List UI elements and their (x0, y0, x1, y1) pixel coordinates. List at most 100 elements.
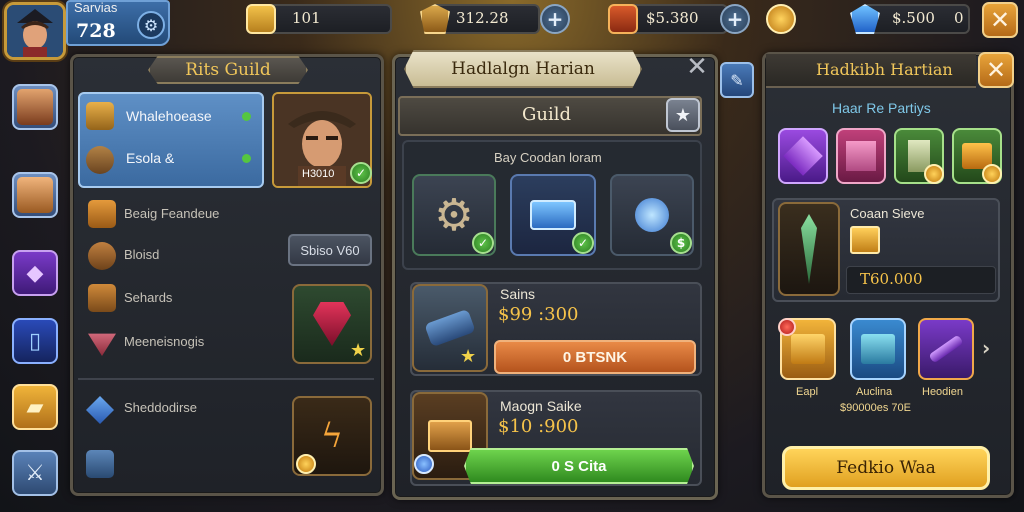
crate-icon (783, 136, 823, 176)
reward-slot-pink[interactable] (836, 128, 886, 184)
resource-value: $.500 (892, 9, 935, 27)
close-icon: ✕ (985, 56, 1007, 84)
chest-icon (530, 200, 576, 230)
close-panel-button[interactable]: ✕ (682, 52, 712, 82)
player-avatar[interactable] (4, 2, 66, 60)
guild-tag-label: Sbiso V60 (300, 242, 360, 258)
claim-button-label: Fedkio Waa (836, 458, 936, 478)
rail-battle[interactable]: ⚔ (12, 450, 58, 496)
resource-value: 101 (292, 9, 321, 27)
gold-crate-icon (850, 226, 880, 254)
close-window-button[interactable]: ✕ (982, 2, 1018, 38)
potion-icon (635, 198, 669, 232)
coin-icon (924, 164, 944, 184)
divider (78, 378, 374, 380)
shop-item-price: $10 :900 (498, 416, 579, 437)
selected-item-label[interactable]: Whalehoease (126, 108, 212, 124)
buy-button-label: 0 BTSNK (562, 348, 628, 366)
guild-list-item[interactable]: Bloisd (124, 247, 159, 262)
scroll-icon: ▰ (26, 394, 44, 420)
gear-icon: ⚙ (143, 15, 159, 35)
check-badge-icon: ✓ (572, 232, 594, 254)
add-chest-button[interactable]: + (720, 4, 750, 34)
reward-price: $90000es 70E (840, 402, 911, 414)
star-icon: ★ (350, 340, 367, 361)
featured-item-price: T60.000 (860, 270, 923, 288)
gold-chest-icon (791, 334, 825, 364)
alert-badge-icon (778, 318, 796, 336)
selected-item-label[interactable]: Esola & (126, 150, 174, 166)
rail-crystal[interactable]: ◆ (12, 250, 58, 296)
reward-slot-purple[interactable] (778, 128, 828, 184)
gear-icon: ⚙ (434, 189, 474, 241)
rail-hero-1[interactable] (12, 84, 58, 130)
check-badge-icon: ✓ (350, 162, 372, 184)
profile-settings-button[interactable]: ⚙ (137, 11, 165, 39)
coin-icon (766, 4, 796, 34)
reward-item[interactable] (850, 318, 906, 380)
guild-list-item[interactable]: Sehards (124, 290, 172, 305)
guild-list-item[interactable]: Sheddodirse (124, 400, 197, 415)
chevron-right-icon: › (982, 336, 991, 360)
featured-item-image[interactable] (778, 202, 840, 296)
buy-button[interactable]: 0 BTSNK (494, 340, 696, 374)
helmet-icon (88, 200, 116, 228)
close-icon: ✕ (989, 6, 1011, 34)
coin-badge-icon: $ (670, 232, 692, 254)
plus-icon: + (726, 7, 744, 31)
player-name: Sarvias (74, 0, 118, 15)
right-panel-subtitle: Haar Re Partiys (832, 100, 931, 116)
reward-label: Eapl (796, 386, 819, 398)
guild-panel-title: Rits Guild (148, 56, 308, 84)
wand-icon (928, 334, 964, 364)
dagger-icon (801, 214, 817, 284)
resource-gold-bar (262, 4, 392, 34)
coin-icon (982, 164, 1002, 184)
paw-icon (88, 284, 116, 312)
shop-item-image[interactable] (412, 284, 488, 372)
add-crest-button[interactable]: + (540, 4, 570, 34)
rune-icon: ϟ (320, 416, 344, 456)
shop-item-price: $99 :300 (498, 304, 579, 325)
resource-value: 312.28 (456, 9, 509, 27)
reward-item[interactable] (918, 318, 974, 380)
hero-portrait-icon (17, 177, 53, 213)
shield-icon (86, 146, 114, 174)
swords-icon: ⚔ (25, 460, 45, 486)
section-label: Bay Coodan loram (494, 150, 602, 165)
shop-item-name: Maogn Saike (500, 398, 582, 414)
resource-value: $5.380 (646, 9, 699, 27)
rail-hero-2[interactable] (12, 172, 58, 218)
guild-panel-title-text: Rits Guild (185, 60, 271, 80)
buy-button[interactable]: 0 S Cita (464, 448, 694, 484)
cannon-icon (424, 308, 476, 348)
player-level: 728 (76, 20, 116, 42)
guild-list-item[interactable]: Meeneisnogis (124, 334, 204, 349)
favorite-button[interactable]: ★ (666, 98, 700, 132)
guild-list-item[interactable]: Beaig Feandeue (124, 206, 219, 221)
online-indicator (242, 154, 251, 163)
buy-button-label: 0 S Cita (551, 457, 607, 475)
reward-label: Heodien (922, 386, 963, 398)
claim-button[interactable]: Fedkio Waa (782, 446, 990, 490)
scroll-icon: ✎ (730, 70, 744, 90)
chest-icon (861, 334, 895, 364)
portrait-badge-text: H3010 (302, 168, 335, 180)
check-badge-icon: ✓ (472, 232, 494, 254)
gold-bar-icon (246, 4, 276, 34)
reward-label: Auclina (856, 386, 893, 398)
shop-item-name: Sains (500, 286, 536, 302)
portal-icon: ▯ (28, 328, 42, 354)
shield-icon (88, 242, 116, 270)
close-right-panel-button[interactable]: ✕ (978, 52, 1014, 88)
coin-icon (296, 454, 316, 474)
chest-icon (608, 4, 638, 34)
hero-portrait-icon (17, 89, 53, 125)
star-icon: ★ (460, 346, 477, 367)
next-arrow-button[interactable]: › (982, 336, 990, 360)
side-tab-button[interactable]: ✎ (720, 62, 754, 98)
rail-scroll[interactable]: ▰ (12, 384, 58, 430)
box-icon (846, 141, 876, 171)
guild-tag-button[interactable]: Sbiso V60 (288, 234, 372, 266)
rail-portal[interactable]: ▯ (12, 318, 58, 364)
